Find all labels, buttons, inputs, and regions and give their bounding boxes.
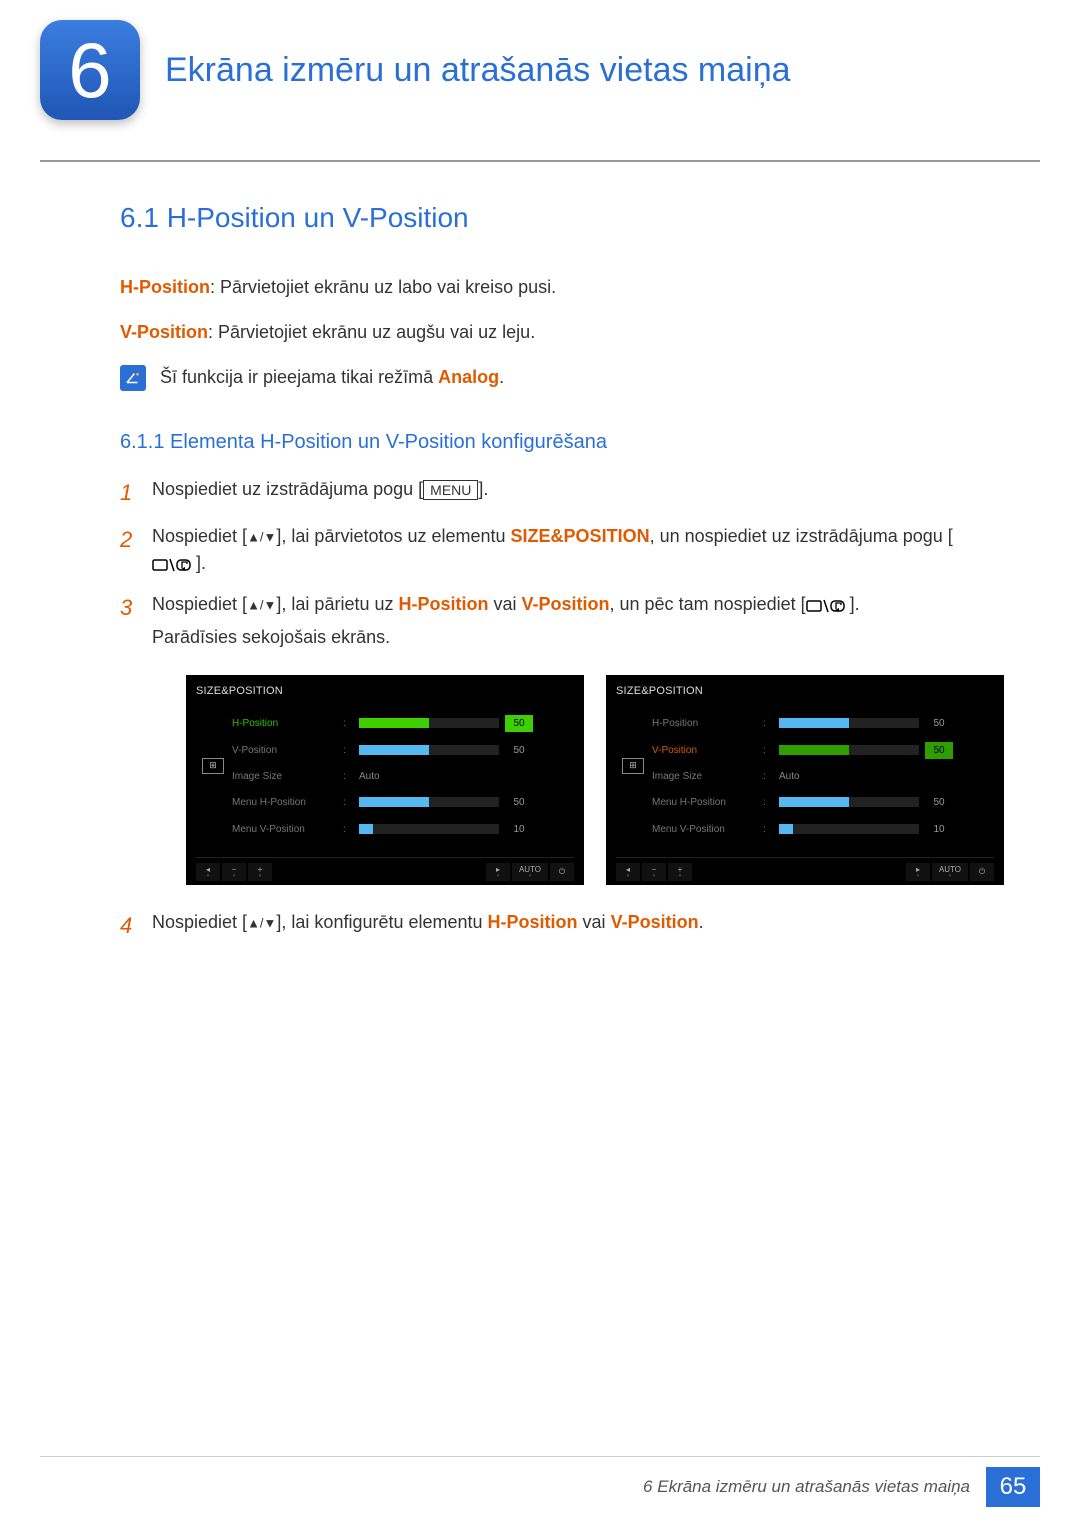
up-down-icon: ▲/▼ [247, 916, 276, 931]
osd-nav-left-icon: ◂▾ [196, 863, 220, 881]
osd-nav-minus-icon: −▾ [642, 863, 666, 881]
osd-nav-right-icon: ▸▾ [486, 863, 510, 881]
osd-side-icon: ⊞ [622, 758, 644, 774]
osd-auto-button: AUTO▾ [932, 863, 968, 881]
osd-power-icon: ⏻ [970, 863, 994, 881]
footer-divider [40, 1456, 1040, 1457]
osd-row-hposition: H-Position: 50 [650, 710, 994, 737]
osd-auto-button: AUTO▾ [512, 863, 548, 881]
osd-row-vposition: V-Position: 50 [230, 737, 574, 764]
osd-row-menu-vposition: Menu V-Position: 10 [230, 816, 574, 843]
osd-panel-vposition: SIZE&POSITION ⊞ H-Position: 50 V-Positio… [606, 675, 1004, 885]
osd-panel-hposition: SIZE&POSITION ⊞ H-Position: 50 V-Positio… [186, 675, 584, 885]
section-title: 6.1 H-Position un V-Position [120, 202, 990, 234]
footer-text: 6 Ekrāna izmēru un atrašanās vietas maiņ… [643, 1477, 970, 1497]
osd-footer: ◂▾ −▾ +▾ ▸▾ AUTO▾ ⏻ [196, 857, 574, 881]
osd-row-menu-hposition: Menu H-Position: 50 [650, 789, 994, 816]
subsection-title: 6.1.1 Elementa H-Position un V-Position … [120, 431, 990, 454]
divider [40, 160, 1040, 162]
chapter-title: Ekrāna izmēru un atrašanās vietas maiņa [165, 51, 791, 90]
osd-nav-right-icon: ▸▾ [906, 863, 930, 881]
osd-row-vposition: V-Position: 50 [650, 737, 994, 764]
menu-button-label: MENU [423, 480, 478, 500]
osd-footer: ◂▾ −▾ +▾ ▸▾ AUTO▾ ⏻ [616, 857, 994, 881]
osd-side-icon: ⊞ [202, 758, 224, 774]
up-down-icon: ▲/▼ [247, 598, 276, 613]
enter-source-icon [806, 596, 850, 614]
chapter-header: 6 Ekrāna izmēru un atrašanās vietas maiņ… [0, 0, 1080, 130]
hposition-term: H-Position [120, 277, 210, 297]
osd-row-menu-vposition: Menu V-Position: 10 [650, 816, 994, 843]
osd-nav-minus-icon: −▾ [222, 863, 246, 881]
osd-row-imagesize: Image Size: Auto [650, 764, 994, 789]
chapter-number: 6 [68, 25, 111, 116]
chapter-number-badge: 6 [40, 20, 140, 120]
osd-nav-left-icon: ◂▾ [616, 863, 640, 881]
page-footer: 6 Ekrāna izmēru un atrašanās vietas maiņ… [643, 1467, 1040, 1507]
step-3: 3 Nospiediet [▲/▼], lai pārietu uz H-Pos… [120, 591, 990, 895]
page-number: 65 [986, 1467, 1040, 1507]
up-down-icon: ▲/▼ [247, 530, 276, 545]
osd-row-imagesize: Image Size: Auto [230, 764, 574, 789]
step-2: 2 Nospiediet [▲/▼], lai pārvietotos uz e… [120, 523, 990, 577]
hposition-desc: H-Position: Pārvietojiet ekrānu uz labo … [120, 274, 990, 301]
note: Šī funkcija ir pieejama tikai režīmā Ana… [120, 364, 990, 391]
step-4: 4 Nospiediet [▲/▼], lai konfigurētu elem… [120, 909, 990, 942]
osd-nav-plus-icon: +▾ [248, 863, 272, 881]
osd-nav-plus-icon: +▾ [668, 863, 692, 881]
note-icon [120, 365, 146, 391]
vposition-term: V-Position [120, 322, 208, 342]
enter-source-icon [152, 555, 196, 573]
osd-row-menu-hposition: Menu H-Position: 50 [230, 789, 574, 816]
osd-row-hposition: H-Position: 50 [230, 710, 574, 737]
step-1: 1 Nospiediet uz izstrādājuma pogu [MENU]… [120, 476, 990, 509]
vposition-desc: V-Position: Pārvietojiet ekrānu uz augšu… [120, 319, 990, 346]
osd-power-icon: ⏻ [550, 863, 574, 881]
